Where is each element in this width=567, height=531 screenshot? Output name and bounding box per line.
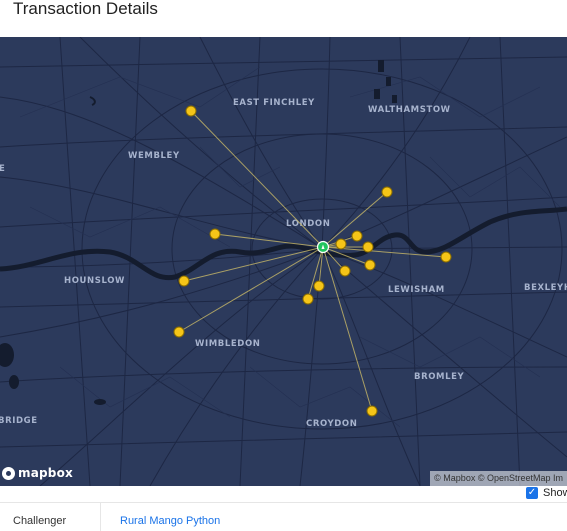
transaction-point[interactable] (173, 326, 185, 338)
transaction-point[interactable] (185, 105, 197, 117)
reservoir-3 (374, 89, 380, 99)
map-attribution[interactable]: © Mapbox © OpenStreetMap Im (430, 471, 567, 486)
mapbox-logo-text: mapbox (18, 466, 73, 480)
pond (94, 399, 106, 405)
label-wembley: WEMBLEY (128, 151, 180, 161)
transaction-point[interactable] (339, 265, 351, 277)
transaction-point[interactable] (362, 241, 374, 253)
transaction-point[interactable] (209, 228, 221, 240)
transaction-point[interactable] (364, 259, 376, 271)
transaction-point[interactable] (440, 251, 452, 263)
show-checkbox[interactable]: ✓ (526, 487, 538, 499)
label-east-finchley: EAST FINCHLEY (233, 98, 315, 108)
label-lewisham: LEWISHAM (388, 285, 445, 295)
transaction-point[interactable] (178, 275, 190, 287)
challenger-link[interactable]: Rural Mango Python (120, 515, 220, 527)
mapbox-logo-icon (2, 466, 15, 480)
detail-row-challenger: Challenger Rural Mango Python (0, 503, 567, 531)
reservoir-4 (392, 95, 397, 103)
label-walthamstow: WALTHAMSTOW (368, 105, 451, 115)
label-london: LONDON (286, 219, 330, 229)
mapbox-logo[interactable]: mapbox (2, 466, 73, 480)
label-bexleyheath: BEXLEYHE (524, 283, 567, 293)
detail-key: Challenger (0, 503, 101, 531)
transaction-point[interactable] (313, 280, 325, 292)
center-marker[interactable] (316, 240, 330, 254)
reservoir-1 (378, 60, 384, 72)
label-hounslow: HOUNSLOW (64, 276, 125, 286)
label-wimbledon: WIMBLEDON (195, 339, 261, 349)
label-edge-e: E (0, 164, 5, 174)
transaction-details-page: Transaction Details EAST FINCHLEY WALTHA… (0, 0, 567, 531)
transaction-point[interactable] (351, 230, 363, 242)
transaction-point[interactable] (302, 293, 314, 305)
transaction-map[interactable]: EAST FINCHLEY WALTHAMSTOW WEMBLEY LONDON… (0, 37, 567, 486)
reservoir-2 (386, 77, 391, 86)
label-bromley: BROMLEY (414, 372, 465, 382)
transaction-point[interactable] (335, 238, 347, 250)
show-toggle[interactable]: ✓ Show (526, 487, 567, 499)
page-title: Transaction Details (13, 0, 158, 18)
show-label: Show (543, 487, 567, 499)
label-croydon: CROYDON (306, 419, 357, 429)
map-canvas[interactable]: EAST FINCHLEY WALTHAMSTOW WEMBLEY LONDON… (0, 37, 567, 486)
transaction-point[interactable] (381, 186, 393, 198)
transaction-point[interactable] (366, 405, 378, 417)
label-bridge: BRIDGE (0, 416, 38, 426)
reservoir-west-2 (9, 375, 19, 389)
